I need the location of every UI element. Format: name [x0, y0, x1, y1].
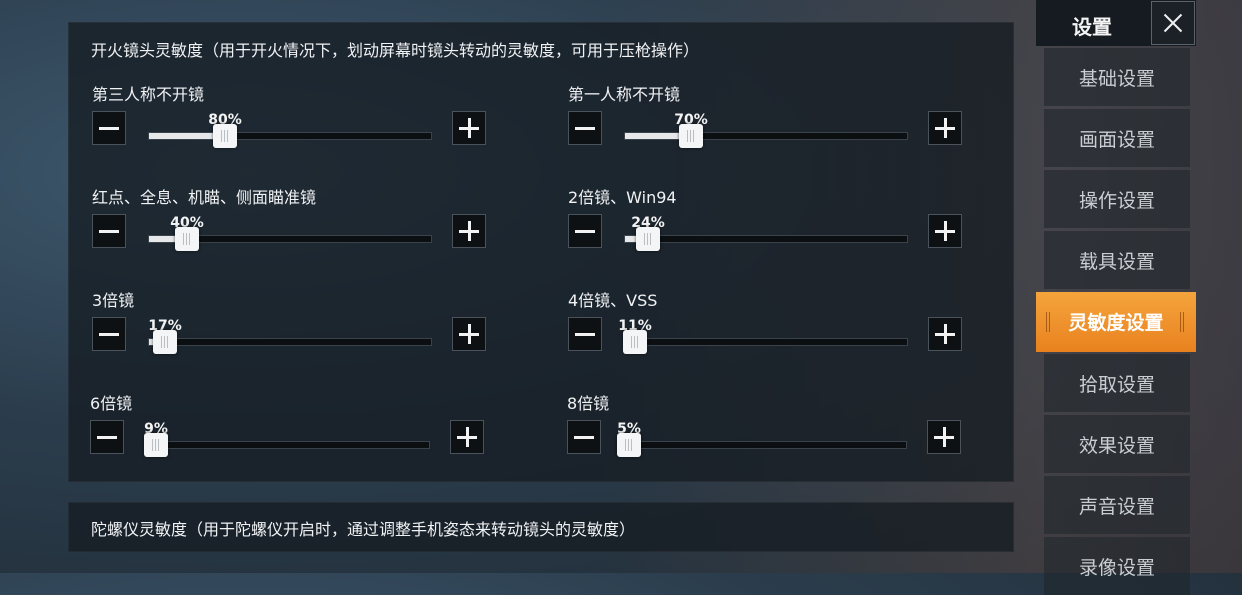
decrease-button[interactable] [567, 420, 601, 454]
slider-label: 4倍镜、VSS [568, 291, 658, 310]
menu-item-label: 拾取设置 [1078, 374, 1155, 396]
increase-button[interactable] [928, 111, 962, 145]
slider-control-3x-scope: 3倍镜 17% [91, 287, 491, 383]
slider-label: 第三人称不开镜 [92, 85, 205, 104]
slider-label: 8倍镜 [567, 394, 610, 413]
menu-item-label: 基础设置 [1078, 68, 1155, 90]
slider-thumb[interactable] [144, 433, 168, 457]
slider-control-6x-scope: 6倍镜 9% [89, 390, 489, 486]
slider-track[interactable]: 40% [148, 215, 432, 251]
slider-thumb[interactable] [175, 227, 199, 251]
slider-track[interactable]: 70% [624, 112, 908, 148]
slider-thumb[interactable] [617, 433, 641, 457]
decrease-button[interactable] [568, 111, 602, 145]
menu-item-effects-settings[interactable]: 效果设置 [1044, 415, 1190, 473]
slider-control-third-person: 第三人称不开镜 80% [91, 81, 491, 177]
decrease-button[interactable] [92, 317, 126, 351]
increase-button[interactable] [928, 214, 962, 248]
slider-thumb[interactable] [153, 330, 177, 354]
menu-item-label: 载具设置 [1078, 251, 1155, 273]
slider-control-first-person: 第一人称不开镜 70% [567, 81, 967, 177]
slider-control-red-dot: 红点、全息、机瞄、侧面瞄准镜 40% [91, 184, 491, 280]
menu-item-label: 效果设置 [1078, 435, 1155, 457]
plus-icon [943, 427, 946, 447]
fire-panel-title: 开火镜头灵敏度（用于开火情况下，划动屏幕时镜头转动的灵敏度，可用于压枪操作） [91, 41, 700, 60]
slider-label: 第一人称不开镜 [568, 85, 681, 104]
minus-icon [97, 436, 117, 439]
increase-button[interactable] [927, 420, 961, 454]
plus-icon [468, 324, 471, 344]
menu-item-pickup-settings[interactable]: 拾取设置 [1044, 354, 1190, 412]
slider-control-2x-scope: 2倍镜、Win94 24% [567, 184, 967, 280]
minus-icon [575, 333, 595, 336]
slider-track[interactable]: 24% [624, 215, 908, 251]
menu-item-recording-settings[interactable]: 录像设置 [1044, 537, 1190, 595]
slider-track[interactable]: 17% [148, 318, 432, 354]
plus-icon [468, 118, 471, 138]
minus-icon [99, 333, 119, 336]
minus-icon [99, 230, 119, 233]
menu-item-label: 灵敏度设置 [1068, 312, 1164, 334]
slider-control-8x-scope: 8倍镜 5% [566, 390, 966, 486]
gyro-sensitivity-panel: 陀螺仪灵敏度（用于陀螺仪开启时，通过调整手机姿态来转动镜头的灵敏度） [68, 502, 1014, 552]
slider-thumb[interactable] [623, 330, 647, 354]
decrease-button[interactable] [92, 111, 126, 145]
slider-track[interactable]: 11% [618, 318, 908, 354]
slider-label: 2倍镜、Win94 [568, 188, 677, 207]
slider-label: 红点、全息、机瞄、侧面瞄准镜 [92, 188, 317, 207]
menu-item-vehicle-settings[interactable]: 载具设置 [1044, 231, 1190, 289]
close-button[interactable] [1151, 1, 1195, 45]
increase-button[interactable] [452, 214, 486, 248]
slider-thumb[interactable] [636, 227, 660, 251]
slider-track[interactable]: 5% [617, 421, 907, 457]
slider-control-4x-scope: 4倍镜、VSS 11% [567, 287, 967, 383]
minus-icon [574, 436, 594, 439]
slider-thumb[interactable] [213, 124, 237, 148]
slider-track[interactable]: 80% [148, 112, 432, 148]
menu-item-sensitivity-settings[interactable]: 灵敏度设置 [1036, 292, 1196, 352]
plus-icon [944, 324, 947, 344]
gyro-panel-title: 陀螺仪灵敏度（用于陀螺仪开启时，通过调整手机姿态来转动镜头的灵敏度） [91, 520, 636, 539]
increase-button[interactable] [452, 317, 486, 351]
increase-button[interactable] [928, 317, 962, 351]
menu-item-basic-settings[interactable]: 基础设置 [1044, 48, 1190, 106]
increase-button[interactable] [452, 111, 486, 145]
decrease-button[interactable] [92, 214, 126, 248]
decrease-button[interactable] [568, 317, 602, 351]
slider-label: 6倍镜 [90, 394, 133, 413]
minus-icon [575, 230, 595, 233]
menu-item-label: 声音设置 [1078, 496, 1155, 518]
menu-item-label: 录像设置 [1078, 557, 1155, 579]
menu-item-label: 画面设置 [1078, 129, 1155, 151]
plus-icon [944, 118, 947, 138]
fire-sensitivity-panel: 开火镜头灵敏度（用于开火情况下，划动屏幕时镜头转动的灵敏度，可用于压枪操作） 第… [68, 22, 1014, 482]
decrease-button[interactable] [568, 214, 602, 248]
slider-label: 3倍镜 [92, 291, 135, 310]
settings-title: 设置 [1072, 15, 1112, 39]
menu-item-graphics-settings[interactable]: 画面设置 [1044, 109, 1190, 167]
menu-item-label: 操作设置 [1078, 190, 1155, 212]
increase-button[interactable] [450, 420, 484, 454]
plus-icon [466, 427, 469, 447]
slider-track[interactable]: 9% [144, 421, 430, 457]
plus-icon [468, 221, 471, 241]
decrease-button[interactable] [90, 420, 124, 454]
minus-icon [575, 127, 595, 130]
plus-icon [944, 221, 947, 241]
slider-thumb[interactable] [679, 124, 703, 148]
menu-item-sound-settings[interactable]: 声音设置 [1044, 476, 1190, 534]
menu-item-controls-settings[interactable]: 操作设置 [1044, 170, 1190, 228]
minus-icon [99, 127, 119, 130]
